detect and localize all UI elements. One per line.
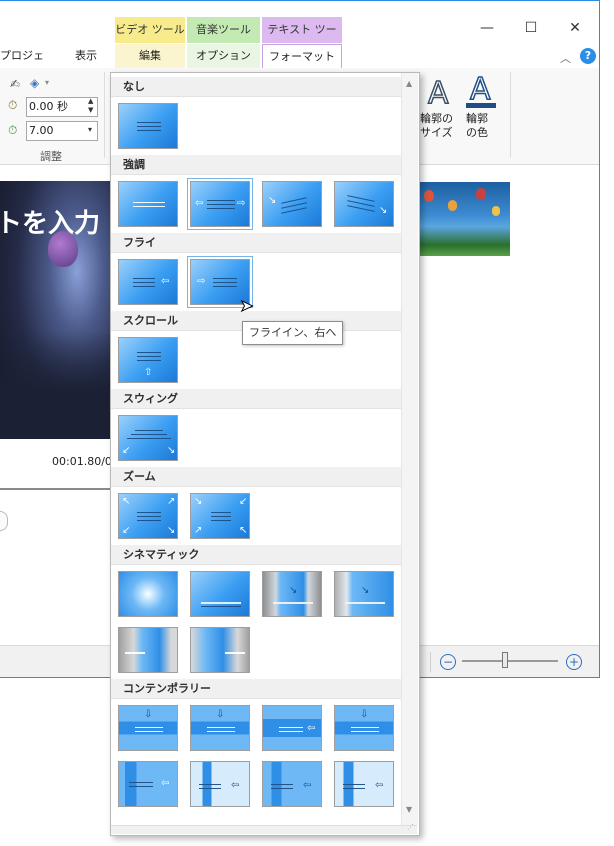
background-color-icon[interactable]: ◈	[30, 76, 39, 90]
category-none: なし	[111, 77, 401, 97]
group-separator	[510, 72, 511, 158]
scroll-down-icon[interactable]: ▼	[406, 805, 412, 814]
animation-cinematic-1[interactable]	[118, 571, 178, 617]
play-button[interactable]	[0, 511, 8, 531]
outline-size-label[interactable]: 輪郭の サイズ	[420, 112, 453, 140]
animation-contemporary-7[interactable]: ⇦	[262, 761, 322, 807]
storyboard-clip[interactable]	[418, 182, 510, 256]
preview-caption: トを入力	[0, 209, 101, 239]
animation-cinematic-4[interactable]: ↘	[334, 571, 394, 617]
balloon-thumbnail	[448, 200, 457, 211]
animation-contemporary-8[interactable]: ⇦	[334, 761, 394, 807]
clouds-image	[0, 331, 110, 439]
animation-cinematic-6[interactable]	[190, 627, 250, 673]
context-tab-music-tools: 音楽ツール	[187, 17, 260, 43]
animation-emphasis-1[interactable]	[118, 181, 178, 227]
animation-emphasis-4[interactable]: ↘	[334, 181, 394, 227]
animation-cinematic-5[interactable]	[118, 627, 178, 673]
animation-cinematic-3[interactable]: ↘	[262, 571, 322, 617]
animation-emphasis-2[interactable]: ⇦ ⇨	[187, 178, 253, 230]
animation-contemporary-1[interactable]: ⇩	[118, 705, 178, 751]
resize-grip-icon[interactable]: ⋰	[407, 823, 414, 831]
balloon-thumbnail	[424, 190, 434, 202]
tab-options[interactable]: オプション	[187, 44, 260, 68]
animation-contemporary-6[interactable]: ⇦	[190, 761, 250, 807]
animation-fly-in-left[interactable]: ⇦	[118, 259, 178, 305]
adjust-group-label: 調整	[40, 150, 62, 163]
animation-emphasis-3[interactable]: ↘	[262, 181, 322, 227]
seek-bar[interactable]	[0, 488, 110, 490]
category-swing: スウィング	[111, 389, 401, 409]
chevron-down-icon[interactable]: ▾	[88, 125, 92, 134]
tab-view[interactable]: 表示	[64, 44, 108, 68]
animation-swing[interactable]: ↙ ↘	[118, 415, 178, 461]
balloon-image	[48, 231, 78, 267]
maximize-button[interactable]: ☐	[509, 14, 553, 42]
context-tab-text-tools: テキスト ツール	[262, 17, 342, 62]
zoom-in-button[interactable]: +	[566, 654, 582, 670]
animation-contemporary-4[interactable]: ⇩	[334, 705, 394, 751]
mouse-cursor-icon: ➤	[239, 296, 254, 316]
time-display: 00:01.80/00	[52, 455, 119, 468]
context-tab-video-tools: ビデオ ツール	[115, 17, 185, 43]
balloon-thumbnail	[492, 206, 500, 216]
gallery-footer: ⋰	[111, 823, 417, 834]
zoom-out-button[interactable]: −	[440, 654, 456, 670]
category-cinematic: シネマティック	[111, 545, 401, 565]
animation-none[interactable]	[118, 103, 178, 149]
zoom-slider-track[interactable]	[462, 660, 558, 662]
scroll-up-icon[interactable]: ▲	[406, 79, 412, 88]
category-contemporary: コンテンポラリー	[111, 679, 401, 699]
minimize-button[interactable]: —	[465, 14, 509, 42]
animation-contemporary-5[interactable]: ⇦	[118, 761, 178, 807]
category-zoom: ズーム	[111, 467, 401, 487]
group-separator	[104, 72, 105, 158]
outline-color-label[interactable]: 輪郭 の色	[466, 112, 488, 140]
zoom-slider-thumb[interactable]	[502, 652, 509, 668]
animation-cinematic-2[interactable]	[190, 571, 250, 617]
video-preview[interactable]: トを入力	[0, 181, 110, 439]
tab-format[interactable]: フォーマット	[262, 44, 342, 68]
status-separator	[430, 652, 431, 672]
outline-size-icon[interactable]: A	[427, 75, 449, 112]
outline-color-swatch	[466, 103, 496, 108]
category-fly: フライ	[111, 233, 401, 253]
balloon-thumbnail	[476, 188, 486, 200]
tab-project[interactable]: プロジェクト	[0, 44, 52, 86]
help-button[interactable]: ?	[580, 48, 596, 64]
close-button[interactable]: ✕	[553, 14, 597, 42]
animation-scroll[interactable]: ⇧	[118, 337, 178, 383]
animation-contemporary-2[interactable]: ⇩	[190, 705, 250, 751]
chevron-down-icon[interactable]: ▾	[45, 78, 49, 87]
collapse-ribbon-icon[interactable]: ︿	[560, 50, 571, 66]
spinner-arrows-icon[interactable]: ▲ ▼	[88, 97, 93, 115]
duration-icon: ⏱	[8, 123, 18, 137]
animation-zoom-out[interactable]: ↘ ↙ ↗ ↖	[190, 493, 250, 539]
text-color-icon[interactable]: ✍	[10, 77, 20, 91]
outline-color-icon[interactable]: A	[469, 71, 491, 108]
tooltip: フライイン、右へ	[242, 321, 344, 345]
animation-gallery: なし 強調 ⇦ ⇨ ↘ ↘ フライ ⇦ ⇨ スクロール ⇧ スウィング ↙ ↘ ズー…	[110, 72, 420, 836]
start-time-icon: ⏱	[8, 98, 18, 112]
gallery-scrollbar[interactable]: ▲ ▼	[401, 73, 418, 825]
tab-edit[interactable]: 編集	[115, 44, 185, 68]
animation-contemporary-3[interactable]: ⇦	[262, 705, 322, 751]
category-emphasis: 強調	[111, 155, 401, 175]
animation-zoom-in[interactable]: ↖ ↗ ↙ ↘	[118, 493, 178, 539]
